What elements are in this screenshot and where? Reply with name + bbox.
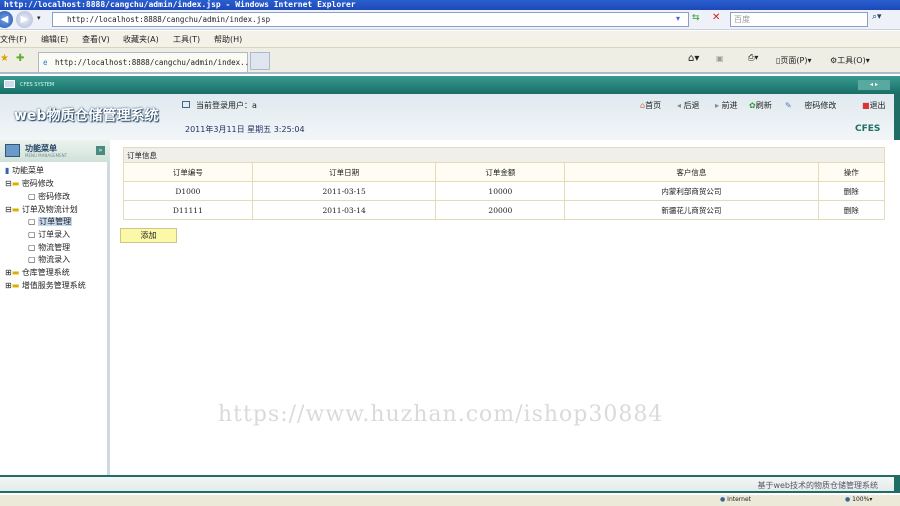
folder-icon: ▬	[11, 281, 20, 290]
sidebar-subtitle: MENU MANAGEMENT	[25, 153, 68, 158]
tree-item-password[interactable]: ▢ 密码修改	[28, 191, 70, 202]
order-no: D11111	[123, 200, 253, 220]
address-dropdown-icon[interactable]: ▾	[676, 14, 680, 23]
refresh-button[interactable]: ✿刷新	[749, 100, 772, 111]
address-row: ◀ ▶ ▾ http://localhost:8888/cangchu/admi…	[0, 10, 900, 30]
tab-bar: ★ ✚ e http://localhost:8888/cangchu/admin…	[0, 48, 900, 74]
forward-button[interactable]: ▶	[16, 11, 33, 28]
app-bar-label: CFES SYSTEM	[20, 82, 55, 88]
col-action: 操作	[817, 162, 886, 182]
app-logo: web物质仓储管理系统	[14, 108, 159, 124]
status-bar: ● Internet ● 100%▾	[0, 495, 900, 506]
feeds-icon[interactable]: ▣	[716, 54, 724, 63]
col-order-no: 订单编号	[123, 162, 253, 182]
zoom-level[interactable]: ● 100%▾	[845, 496, 872, 503]
col-amount: 订单金额	[435, 162, 566, 182]
footer-text: 基于web技术的物质仓储管理系统	[757, 481, 878, 490]
tab-active[interactable]: e http://localhost:8888/cangchu/admin/ind…	[38, 52, 254, 72]
sidebar-header: 功能菜单 MENU MANAGEMENT »	[0, 140, 110, 162]
forward-icon: ▸	[715, 101, 720, 110]
computer-icon: ▮	[5, 166, 10, 175]
customer: 新疆花儿商贸公司	[564, 200, 819, 220]
collapse-icon[interactable]: »	[96, 146, 105, 155]
tree-group-password[interactable]: ⊟▬ 密码修改	[5, 178, 54, 189]
date-time: 2011年3月11日 星期五 3:25:04	[185, 125, 305, 134]
folder-icon: ▬	[11, 268, 20, 277]
home-button[interactable]: ⌂首页	[640, 100, 661, 111]
refresh-icon[interactable]: ⇆	[692, 13, 700, 23]
window-title-bar: http://localhost:8888/cangchu/admin/inde…	[0, 0, 900, 10]
sidebar: 功能菜单 MENU MANAGEMENT » ▮ 功能菜单 ⊟▬ 密码修改 ▢ …	[0, 140, 110, 475]
current-user: 当前登录用户：a	[182, 100, 257, 111]
add-button[interactable]: 添加	[120, 228, 177, 243]
orders-table: 订单信息 订单编号 订单日期 订单金额 客户信息 操作 D1000 2011-0…	[123, 147, 886, 220]
history-dropdown-icon[interactable]: ▾	[37, 14, 41, 22]
table-row: D1000 2011-03-15 10000 内蒙利部商贸公司 删除	[123, 181, 886, 201]
search-icon[interactable]: ⌕▾	[872, 12, 882, 22]
address-input[interactable]: http://localhost:8888/cangchu/admin/inde…	[52, 12, 689, 27]
col-customer: 客户信息	[564, 162, 819, 182]
menu-view[interactable]: 查看(V)	[82, 34, 110, 45]
menu-tools[interactable]: 工具(T)	[173, 34, 200, 45]
zone-label: ● Internet	[720, 496, 751, 503]
search-input[interactable]: 百度	[730, 12, 868, 27]
refresh-icon: ✿	[749, 101, 756, 110]
menu-bar: 文件(F) 编辑(E) 查看(V) 收藏夹(A) 工具(T) 帮助(H)	[0, 31, 900, 48]
add-favorite-icon[interactable]: ✚	[16, 53, 24, 64]
tree-group-value-added[interactable]: ⊞▬ 增值服务管理系统	[5, 280, 86, 291]
delete-link[interactable]: 删除	[817, 181, 886, 201]
user-icon	[182, 101, 190, 108]
edit-icon: ✎	[785, 101, 792, 110]
order-amount: 10000	[435, 181, 566, 201]
forward-button-app[interactable]: ▸ 前进	[715, 100, 738, 111]
home-icon[interactable]: ⌂▾	[688, 53, 699, 64]
folder-icon: ▬	[11, 179, 20, 188]
folder-icon: ▬	[11, 205, 20, 214]
logout-icon: ■	[862, 101, 870, 110]
page-menu[interactable]: ▯页面(P)▾	[776, 55, 812, 66]
back-button[interactable]: ◀	[0, 11, 13, 28]
order-date: 2011-03-15	[251, 181, 437, 201]
tree-group-warehouse[interactable]: ⊞▬ 仓库管理系统	[5, 267, 70, 278]
back-button-app[interactable]: ◂ 后退	[677, 100, 700, 111]
menu-file[interactable]: 文件(F)	[0, 34, 27, 45]
password-button[interactable]: ✎ 密码修改	[785, 100, 836, 111]
table-row: D11111 2011-03-14 20000 新疆花儿商贸公司 删除	[123, 200, 886, 220]
customer: 内蒙利部商贸公司	[564, 181, 819, 201]
delete-link[interactable]: 删除	[817, 200, 886, 220]
scroll-arrows[interactable]: ◂ ▸	[858, 80, 890, 90]
order-no: D1000	[123, 181, 253, 201]
menu-favorites[interactable]: 收藏夹(A)	[123, 34, 159, 45]
back-icon: ◂	[677, 101, 682, 110]
print-icon[interactable]: ⎙▾	[748, 53, 758, 63]
order-amount: 20000	[435, 200, 566, 220]
tree-item-logistics-entry[interactable]: ▢ 物流录入	[28, 254, 70, 265]
app-header: web物质仓储管理系统 当前登录用户：a 2011年3月11日 星期五 3:25…	[0, 94, 900, 140]
table-caption: 订单信息	[123, 147, 885, 163]
menu-icon	[5, 144, 20, 157]
new-tab-button[interactable]	[250, 52, 270, 70]
menu-help[interactable]: 帮助(H)	[214, 34, 242, 45]
logout-button[interactable]: ■退出	[862, 100, 886, 111]
ie-icon: e	[43, 58, 48, 67]
stop-icon[interactable]: ✕	[712, 12, 720, 23]
col-order-date: 订单日期	[251, 162, 437, 182]
tree-item-order-entry[interactable]: ▢ 订单录入	[28, 229, 70, 240]
app-footer: 基于web技术的物质仓储管理系统	[0, 475, 900, 493]
watermark: https://www.huzhan.com/ishop30884	[218, 402, 664, 427]
tree-group-orders[interactable]: ⊟▬ 订单及物流计划	[5, 204, 78, 215]
app-title-bar: CFES SYSTEM ◂ ▸	[0, 76, 900, 94]
menu-edit[interactable]: 编辑(E)	[41, 34, 68, 45]
monitor-icon	[4, 80, 15, 88]
favorites-star-icon[interactable]: ★	[0, 53, 9, 64]
tools-menu[interactable]: ⚙工具(O)▾	[830, 55, 870, 66]
tree-item-order-manage[interactable]: ▢ 订单管理	[28, 216, 73, 227]
brand-label: CFES	[855, 124, 881, 134]
tree-root[interactable]: ▮ 功能菜单	[5, 165, 44, 176]
tab-label: http://localhost:8888/cangchu/admin/inde…	[55, 58, 254, 67]
tree-item-logistics-manage[interactable]: ▢ 物流管理	[28, 242, 70, 253]
order-date: 2011-03-14	[251, 200, 437, 220]
window-title: http://localhost:8888/cangchu/admin/inde…	[4, 0, 356, 9]
